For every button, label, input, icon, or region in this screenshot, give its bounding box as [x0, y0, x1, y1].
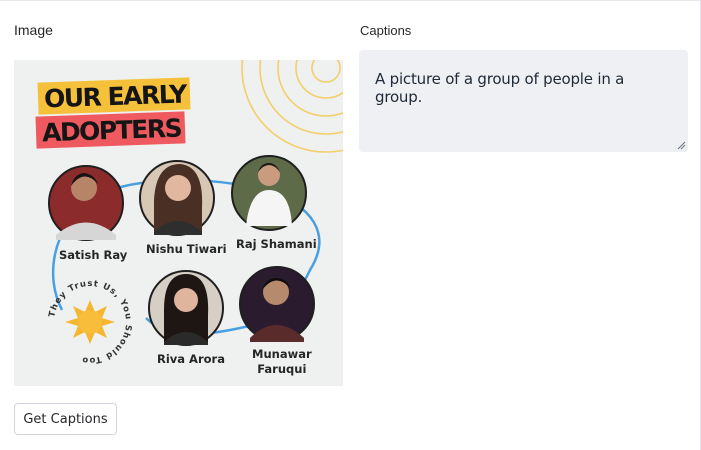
decorative-arcs [241, 60, 343, 153]
avatar-satish [48, 165, 124, 241]
poster-title-line-2: ADOPTERS [35, 111, 186, 149]
captions-label: Captions [360, 23, 412, 38]
person-name-riva: Riva Arora [157, 352, 225, 366]
sun-badge-icon [65, 300, 115, 344]
uploaded-image[interactable]: They Trust Us, You Should Too OUR EARLY … [14, 60, 343, 386]
person-name-raj: Raj Shamani [236, 237, 317, 251]
person-name-nishu: Nishu Tiwari [146, 242, 227, 256]
person-name-satish: Satish Ray [59, 248, 128, 262]
resize-handle-icon[interactable] [676, 140, 686, 150]
poster-title-line-1: OUR EARLY [37, 77, 191, 115]
avatar-riva [148, 270, 224, 346]
person-name-munawar: Munawar Faruqui [252, 347, 312, 377]
person-name-munawar-line-1: Munawar [252, 347, 312, 361]
captions-text: A picture of a group of people in a grou… [375, 70, 625, 106]
avatar-raj [231, 155, 307, 231]
avatar-nishu [139, 160, 215, 236]
image-label: Image [14, 22, 53, 38]
captions-textarea[interactable]: A picture of a group of people in a grou… [359, 50, 688, 152]
person-name-munawar-line-2: Faruqui [257, 361, 307, 376]
avatar-munawar [239, 266, 315, 342]
get-captions-button[interactable]: Get Captions [14, 403, 117, 435]
